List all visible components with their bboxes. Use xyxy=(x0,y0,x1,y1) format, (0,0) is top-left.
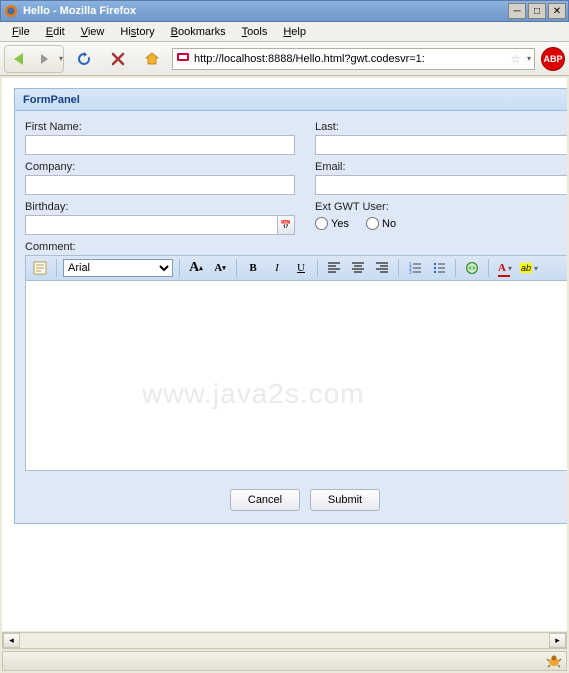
url-bar: ☆ ▾ xyxy=(172,48,535,70)
window-titlebar: Hello - Mozilla Firefox ─ □ ✕ xyxy=(0,0,569,22)
firefox-icon xyxy=(3,3,19,19)
radio-yes-label: Yes xyxy=(331,218,349,230)
back-forward-group: ▾ xyxy=(4,45,64,73)
increase-font-button[interactable]: A▴ xyxy=(186,258,206,278)
home-button[interactable] xyxy=(138,46,166,72)
align-right-button[interactable] xyxy=(372,258,392,278)
svg-text:3: 3 xyxy=(409,270,412,274)
unordered-list-button[interactable] xyxy=(429,258,449,278)
company-input[interactable] xyxy=(25,175,295,195)
font-color-button[interactable]: A▾ xyxy=(495,258,515,278)
ordered-list-button[interactable]: 123 xyxy=(405,258,425,278)
decrease-font-button[interactable]: A▾ xyxy=(210,258,230,278)
firebug-icon[interactable] xyxy=(546,653,562,669)
birthday-label: Birthday: xyxy=(25,201,295,213)
align-center-button[interactable] xyxy=(348,258,368,278)
radio-no-label: No xyxy=(382,218,396,230)
comment-label: Comment: xyxy=(25,241,567,253)
form-panel: FormPanel First Name: Last: Company: xyxy=(14,88,567,524)
url-input[interactable] xyxy=(194,53,506,65)
back-button[interactable] xyxy=(5,46,31,72)
bookmark-star-icon[interactable]: ☆ xyxy=(510,52,521,66)
menu-history[interactable]: History xyxy=(114,24,160,40)
back-arrow-icon xyxy=(14,53,23,65)
source-edit-button[interactable] xyxy=(30,258,50,278)
forward-arrow-icon xyxy=(41,54,48,64)
italic-button[interactable]: I xyxy=(267,258,287,278)
comment-editor[interactable] xyxy=(25,281,567,471)
highlight-button[interactable]: ab▾ xyxy=(519,258,539,278)
link-button[interactable] xyxy=(462,258,482,278)
menu-help[interactable]: Help xyxy=(277,24,312,40)
last-label: Last: xyxy=(315,121,567,133)
window-title: Hello - Mozilla Firefox xyxy=(23,5,508,17)
menu-view[interactable]: View xyxy=(75,24,111,40)
menu-bookmarks[interactable]: Bookmarks xyxy=(165,24,232,40)
align-left-button[interactable] xyxy=(324,258,344,278)
editor-toolbar: Arial A▴ A▾ B I U 123 A▾ ab▾ xyxy=(25,255,567,281)
url-dropdown-icon[interactable]: ▾ xyxy=(527,54,531,63)
content-area: www.java2s.com FormPanel First Name: Las… xyxy=(2,78,567,631)
date-picker-trigger[interactable]: 📅 xyxy=(278,215,295,235)
calendar-icon: 📅 xyxy=(280,220,291,231)
company-label: Company: xyxy=(25,161,295,173)
history-dropdown-icon[interactable]: ▾ xyxy=(59,54,63,63)
horizontal-scrollbar[interactable]: ◂ ▸ xyxy=(2,632,567,649)
font-family-select[interactable]: Arial xyxy=(63,259,173,277)
scroll-left-button[interactable]: ◂ xyxy=(3,633,20,648)
radio-yes[interactable]: Yes xyxy=(315,217,349,230)
panel-title: FormPanel xyxy=(23,94,80,106)
email-label: Email: xyxy=(315,161,567,173)
birthday-input[interactable] xyxy=(25,215,278,235)
menu-file[interactable]: File xyxy=(6,24,36,40)
panel-header: FormPanel xyxy=(15,89,567,111)
menu-tools[interactable]: Tools xyxy=(236,24,274,40)
radio-no[interactable]: No xyxy=(366,217,396,230)
bold-button[interactable]: B xyxy=(243,258,263,278)
forward-button[interactable] xyxy=(31,46,57,72)
reload-button[interactable] xyxy=(70,46,98,72)
radio-yes-input[interactable] xyxy=(315,217,328,230)
menubar: File Edit View History Bookmarks Tools H… xyxy=(0,22,569,42)
radio-no-input[interactable] xyxy=(366,217,379,230)
first-name-input[interactable] xyxy=(25,135,295,155)
first-name-label: First Name: xyxy=(25,121,295,133)
minimize-button[interactable]: ─ xyxy=(508,3,526,19)
underline-button[interactable]: U xyxy=(291,258,311,278)
submit-button[interactable]: Submit xyxy=(310,489,380,511)
navigation-toolbar: ▾ ☆ ▾ ABP xyxy=(0,42,569,76)
stop-button[interactable] xyxy=(104,46,132,72)
scroll-track[interactable] xyxy=(20,633,549,648)
cancel-button[interactable]: Cancel xyxy=(230,489,300,511)
scroll-right-button[interactable]: ▸ xyxy=(549,633,566,648)
statusbar xyxy=(2,651,567,671)
adblock-button[interactable]: ABP xyxy=(541,47,565,71)
email-input[interactable] xyxy=(315,175,567,195)
last-input[interactable] xyxy=(315,135,567,155)
menu-edit[interactable]: Edit xyxy=(40,24,71,40)
close-button[interactable]: ✕ xyxy=(548,3,566,19)
ext-user-label: Ext GWT User: xyxy=(315,201,567,213)
site-icon xyxy=(176,50,190,67)
maximize-button[interactable]: □ xyxy=(528,3,546,19)
